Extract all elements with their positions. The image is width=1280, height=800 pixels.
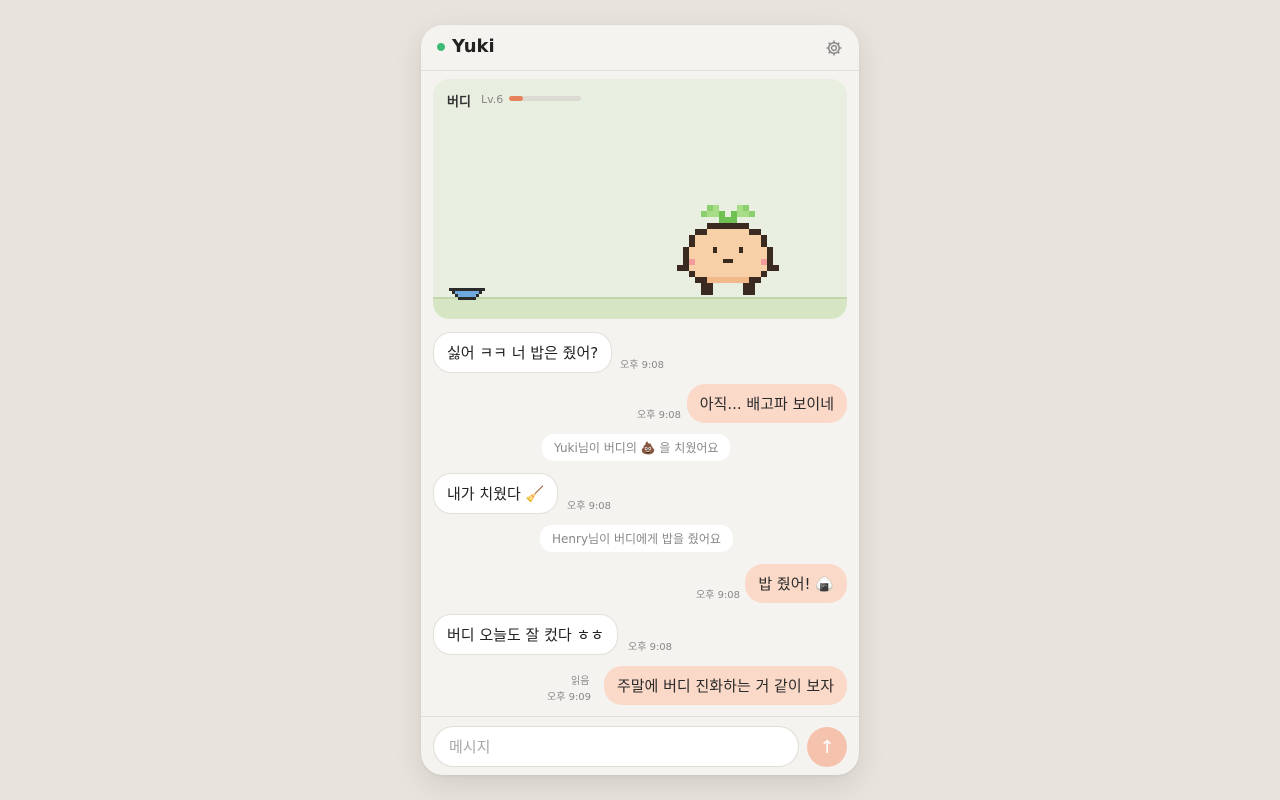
system-message-text: Yuki님이 버디의 💩 을 치웠어요: [554, 441, 719, 455]
arrow-up-icon: ↑: [819, 736, 835, 758]
buddy-character[interactable]: [677, 201, 781, 301]
message-input[interactable]: [433, 726, 799, 767]
read-receipt: 읽음: [571, 676, 590, 687]
system-message-text: Henry님이 버디에게 밥을 줬어요: [552, 532, 721, 546]
message-text: 버디 오늘도 잘 컸다 ㅎㅎ: [447, 626, 605, 644]
food-bowl-icon[interactable]: [449, 287, 485, 301]
message-incoming[interactable]: 버디 오늘도 잘 컸다 ㅎㅎ: [433, 614, 619, 655]
message-time: 오후 9:08: [628, 642, 673, 653]
send-button[interactable]: ↑: [807, 727, 847, 767]
pet-name: 버디: [447, 95, 471, 110]
message-time: 오후 9:08: [696, 590, 741, 601]
message-text: 싫어 ㅋㅋ 너 밥은 줬어?: [447, 344, 599, 362]
message-text: 아직... 배고파 보이네: [699, 395, 834, 413]
message-outgoing[interactable]: 아직... 배고파 보이네: [686, 384, 847, 423]
pet-panel: 버디 Lv.6: [433, 79, 847, 319]
chat-window: Yuki 버디 Lv.6 싫어 ㅋㅋ 너 밥은 줬어? 오후 9:08 아직..…: [421, 25, 859, 775]
message-time: 오후 9:09: [547, 692, 592, 703]
message-incoming[interactable]: 싫어 ㅋㅋ 너 밥은 줬어?: [433, 332, 613, 373]
ground: [433, 297, 847, 319]
message-text: 내가 치웠다 🧹: [447, 485, 545, 503]
system-message: Yuki님이 버디의 💩 을 치웠어요: [542, 434, 731, 461]
message-time: 오후 9:08: [620, 360, 665, 371]
pet-level: Lv.6: [481, 93, 504, 106]
message-outgoing[interactable]: 주말에 버디 진화하는 거 같이 보자: [603, 666, 847, 705]
gear-icon[interactable]: [825, 39, 843, 57]
online-status-dot: [437, 43, 445, 51]
message-time: 오후 9:08: [567, 501, 612, 512]
message-time: 오후 9:08: [637, 410, 682, 421]
message-incoming[interactable]: 내가 치웠다 🧹: [433, 473, 559, 514]
xp-bar: [509, 96, 581, 101]
chat-header: Yuki: [421, 25, 859, 71]
message-outgoing[interactable]: 밥 줬어! 🍙: [745, 564, 847, 603]
message-text: 주말에 버디 진화하는 거 같이 보자: [616, 677, 834, 695]
composer: ↑: [421, 716, 859, 775]
chat-title: Yuki: [452, 36, 495, 57]
system-message: Henry님이 버디에게 밥을 줬어요: [540, 525, 733, 552]
message-text: 밥 줬어! 🍙: [758, 575, 834, 593]
xp-bar-fill: [509, 96, 524, 101]
